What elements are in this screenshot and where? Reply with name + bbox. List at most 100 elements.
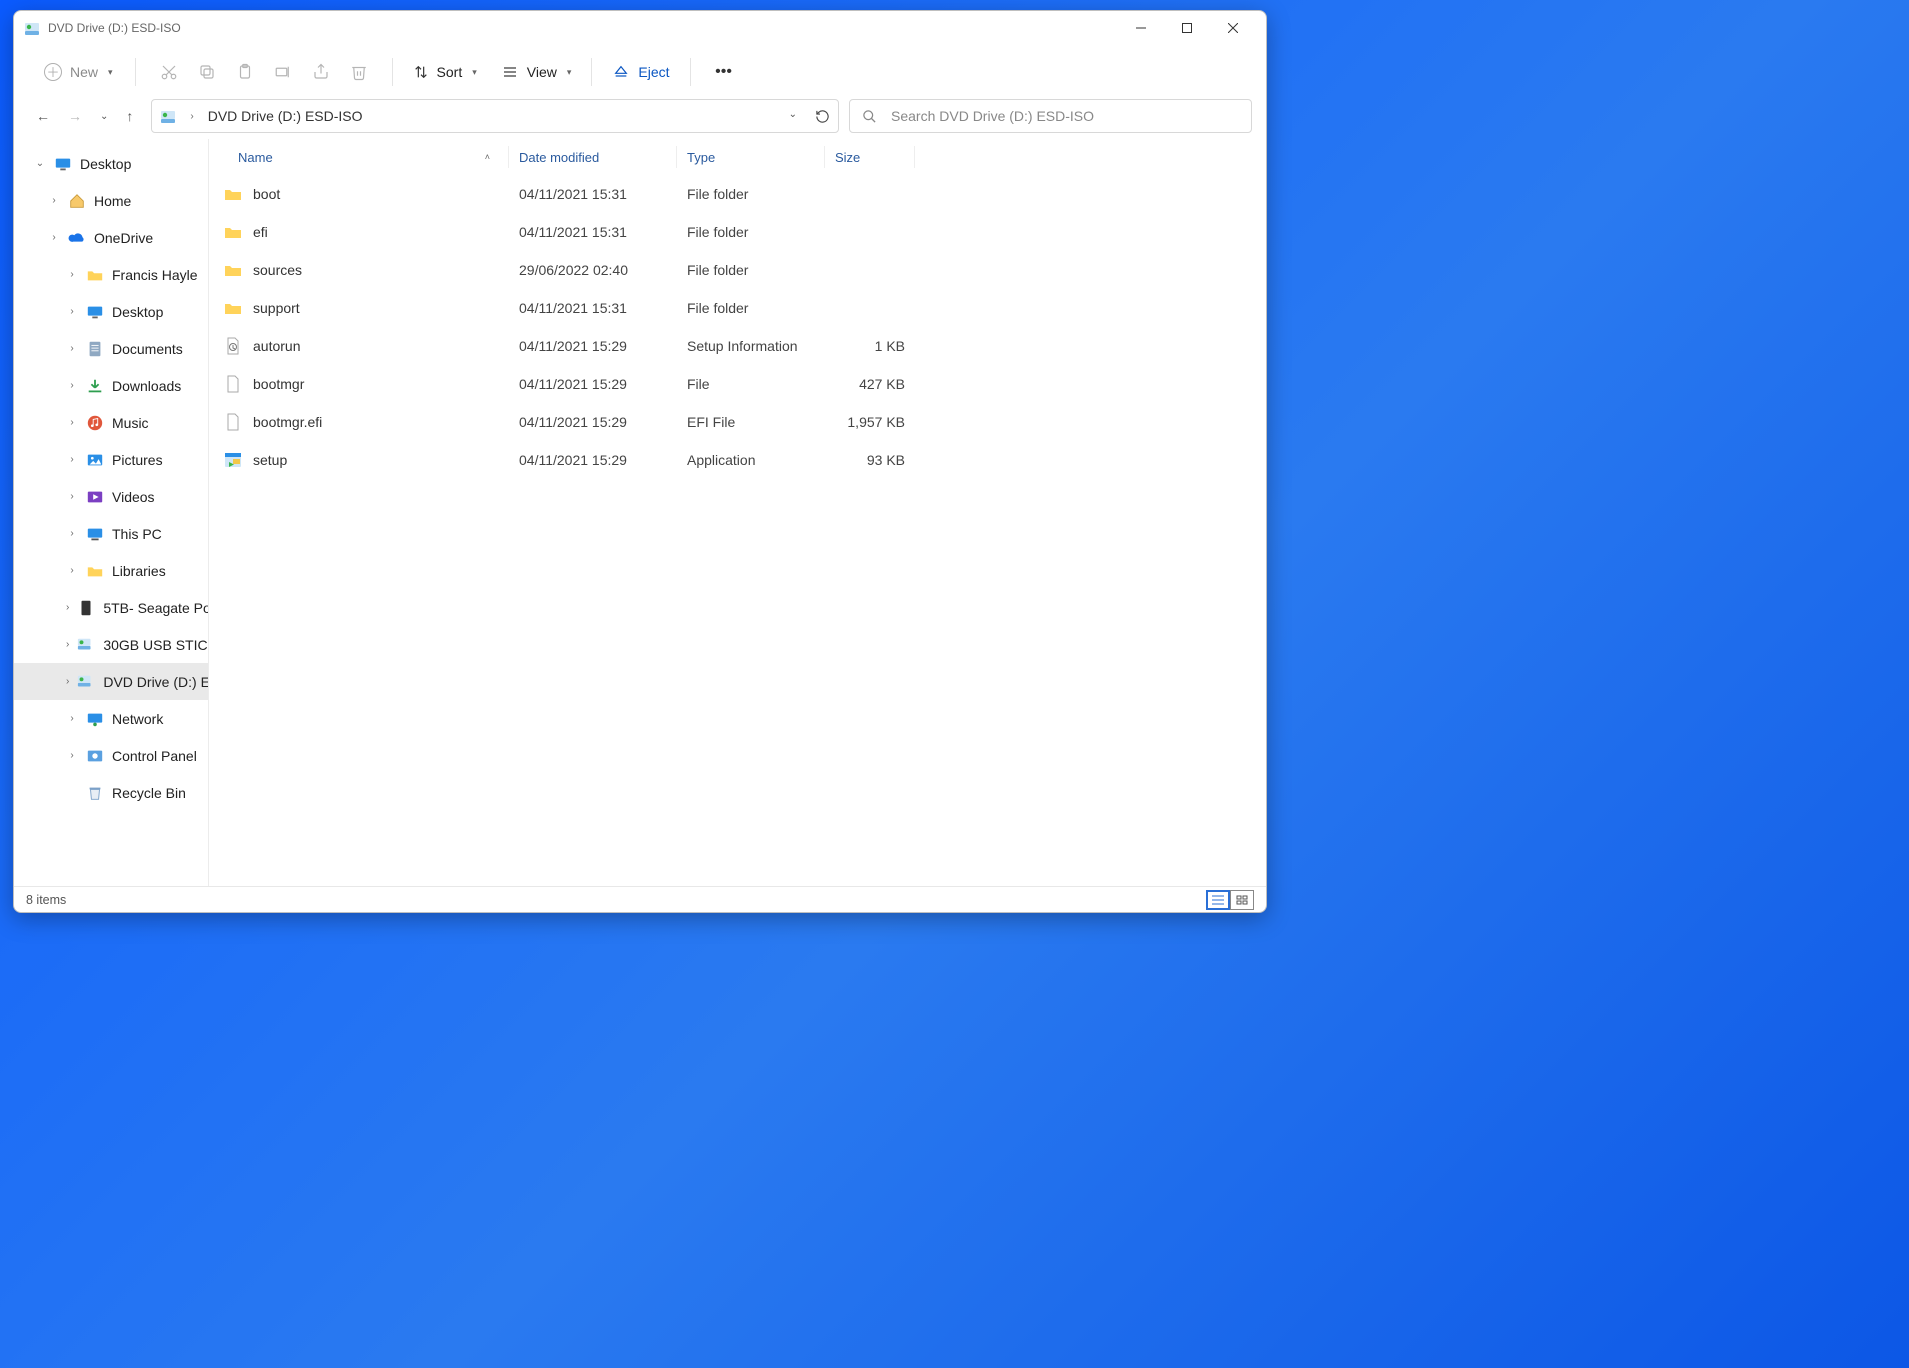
folder-icon — [223, 222, 243, 242]
file-size: 93 KB — [825, 452, 915, 468]
forward-button[interactable]: → — [68, 108, 82, 124]
dvd-drive-icon — [24, 20, 40, 36]
nav-item-libraries[interactable]: ›Libraries — [14, 552, 208, 589]
refresh-button[interactable] — [815, 109, 830, 124]
column-name[interactable]: Name˄ — [209, 146, 509, 168]
nav-item-onedrive[interactable]: ›OneDrive — [14, 219, 208, 256]
more-button[interactable]: ••• — [705, 63, 743, 81]
dvd-icon — [77, 673, 95, 691]
details-view-button[interactable] — [1206, 890, 1230, 910]
column-headers[interactable]: Name˄ Date modified Type Size — [209, 139, 1266, 175]
nav-item-network[interactable]: ›Network — [14, 700, 208, 737]
share-button[interactable] — [302, 63, 340, 81]
folder-icon — [86, 562, 104, 580]
column-date[interactable]: Date modified — [509, 146, 677, 168]
nav-item-label: Documents — [112, 341, 183, 357]
nav-item-label: Downloads — [112, 378, 181, 394]
back-button[interactable]: ← — [36, 108, 50, 124]
nav-item-music[interactable]: ›Music — [14, 404, 208, 441]
sort-icon — [413, 64, 429, 80]
view-icon — [501, 64, 519, 80]
breadcrumb-current[interactable]: DVD Drive (D:) ESD-ISO — [208, 108, 363, 124]
maximize-button[interactable] — [1164, 12, 1210, 44]
inf-icon — [223, 336, 243, 356]
sort-asc-icon: ˄ — [485, 152, 490, 162]
address-dropdown[interactable]: ⌄ — [789, 109, 797, 124]
minimize-button[interactable] — [1118, 12, 1164, 44]
rename-button[interactable] — [264, 63, 302, 81]
nav-item-desktop[interactable]: ›Desktop — [14, 293, 208, 330]
home-icon — [68, 192, 86, 210]
copy-button[interactable] — [188, 63, 226, 81]
eject-label: Eject — [638, 64, 669, 80]
file-row[interactable]: bootmgr.efi04/11/2021 15:29EFI File1,957… — [209, 403, 1266, 441]
file-row[interactable]: setup04/11/2021 15:29Application93 KB — [209, 441, 1266, 479]
column-size[interactable]: Size — [825, 146, 915, 168]
chevron-down-icon: ▾ — [567, 67, 572, 78]
folder-icon — [86, 266, 104, 284]
address-bar[interactable]: › DVD Drive (D:) ESD-ISO ⌄ — [151, 99, 839, 133]
nav-root-desktop[interactable]: ⌄Desktop — [14, 145, 208, 182]
nav-item-control-panel[interactable]: ›Control Panel — [14, 737, 208, 774]
nav-item-recycle-bin[interactable]: Recycle Bin — [14, 774, 208, 811]
nav-item-label: OneDrive — [94, 230, 153, 246]
explorer-window: DVD Drive (D:) ESD-ISO ＋ New ▾ Sort ▾ V — [13, 10, 1267, 913]
file-name: efi — [253, 224, 268, 240]
file-row[interactable]: support04/11/2021 15:31File folder — [209, 289, 1266, 327]
file-row[interactable]: boot04/11/2021 15:31File folder — [209, 175, 1266, 213]
file-row[interactable]: bootmgr04/11/2021 15:29File427 KB — [209, 365, 1266, 403]
separator — [690, 58, 691, 86]
chevron-down-icon: ▾ — [472, 67, 477, 78]
nav-item-label: Recycle Bin — [112, 785, 186, 801]
chevron-right-icon: › — [66, 491, 78, 502]
navigation-pane[interactable]: ⌄Desktop›Home›OneDrive›Francis Hayle›Des… — [14, 139, 209, 886]
window-controls — [1118, 12, 1256, 44]
cloud-icon — [68, 229, 86, 247]
nav-item-downloads[interactable]: ›Downloads — [14, 367, 208, 404]
bin-icon — [86, 784, 104, 802]
up-button[interactable]: ↑ — [126, 108, 133, 124]
file-name: support — [253, 300, 300, 316]
nav-item-this-pc[interactable]: ›This PC — [14, 515, 208, 552]
chevron-right-icon: › — [48, 195, 60, 206]
file-type: File folder — [677, 224, 825, 240]
new-button[interactable]: ＋ New ▾ — [36, 57, 121, 87]
search-box[interactable]: Search DVD Drive (D:) ESD-ISO — [849, 99, 1252, 133]
chevron-right-icon[interactable]: › — [190, 111, 193, 122]
file-row[interactable]: autorun04/11/2021 15:29Setup Information… — [209, 327, 1266, 365]
title-bar[interactable]: DVD Drive (D:) ESD-ISO — [14, 11, 1266, 45]
delete-button[interactable] — [340, 63, 378, 81]
file-row[interactable]: efi04/11/2021 15:31File folder — [209, 213, 1266, 251]
nav-item-label: Libraries — [112, 563, 166, 579]
nav-item-videos[interactable]: ›Videos — [14, 478, 208, 515]
file-row[interactable]: sources29/06/2022 02:40File folder — [209, 251, 1266, 289]
network-icon — [86, 710, 104, 728]
nav-item-5tb-seagate-port[interactable]: ›5TB- Seagate Port — [14, 589, 208, 626]
sort-button[interactable]: Sort ▾ — [407, 60, 483, 84]
column-type[interactable]: Type — [677, 146, 825, 168]
recent-button[interactable]: ⌄ — [100, 111, 108, 122]
nav-item-home[interactable]: ›Home — [14, 182, 208, 219]
nav-item-30gb-usb-stick-i[interactable]: ›30GB USB STICK (I — [14, 626, 208, 663]
chevron-right-icon: › — [66, 528, 78, 539]
nav-item-pictures[interactable]: ›Pictures — [14, 441, 208, 478]
nav-item-dvd-drive-d-esd-iso[interactable]: ›DVD Drive (D:) ESD-ISO — [14, 663, 208, 700]
file-icon — [223, 374, 243, 394]
thumbnails-view-button[interactable] — [1230, 890, 1254, 910]
chevron-right-icon: › — [66, 269, 78, 280]
nav-item-label: Music — [112, 415, 149, 431]
new-label: New — [70, 64, 98, 80]
cut-button[interactable] — [150, 63, 188, 81]
pictures-icon — [86, 451, 104, 469]
file-name: setup — [253, 452, 287, 468]
address-row: ← → ⌄ ↑ › DVD Drive (D:) ESD-ISO ⌄ Searc… — [14, 99, 1266, 139]
eject-button[interactable]: Eject — [606, 60, 675, 84]
chevron-right-icon: › — [66, 713, 78, 724]
paste-button[interactable] — [226, 63, 264, 81]
nav-item-francis-hayle[interactable]: ›Francis Hayle — [14, 256, 208, 293]
view-label: View — [527, 64, 557, 80]
view-button[interactable]: View ▾ — [495, 60, 578, 84]
nav-item-documents[interactable]: ›Documents — [14, 330, 208, 367]
file-list: boot04/11/2021 15:31File folderefi04/11/… — [209, 175, 1266, 886]
close-button[interactable] — [1210, 12, 1256, 44]
